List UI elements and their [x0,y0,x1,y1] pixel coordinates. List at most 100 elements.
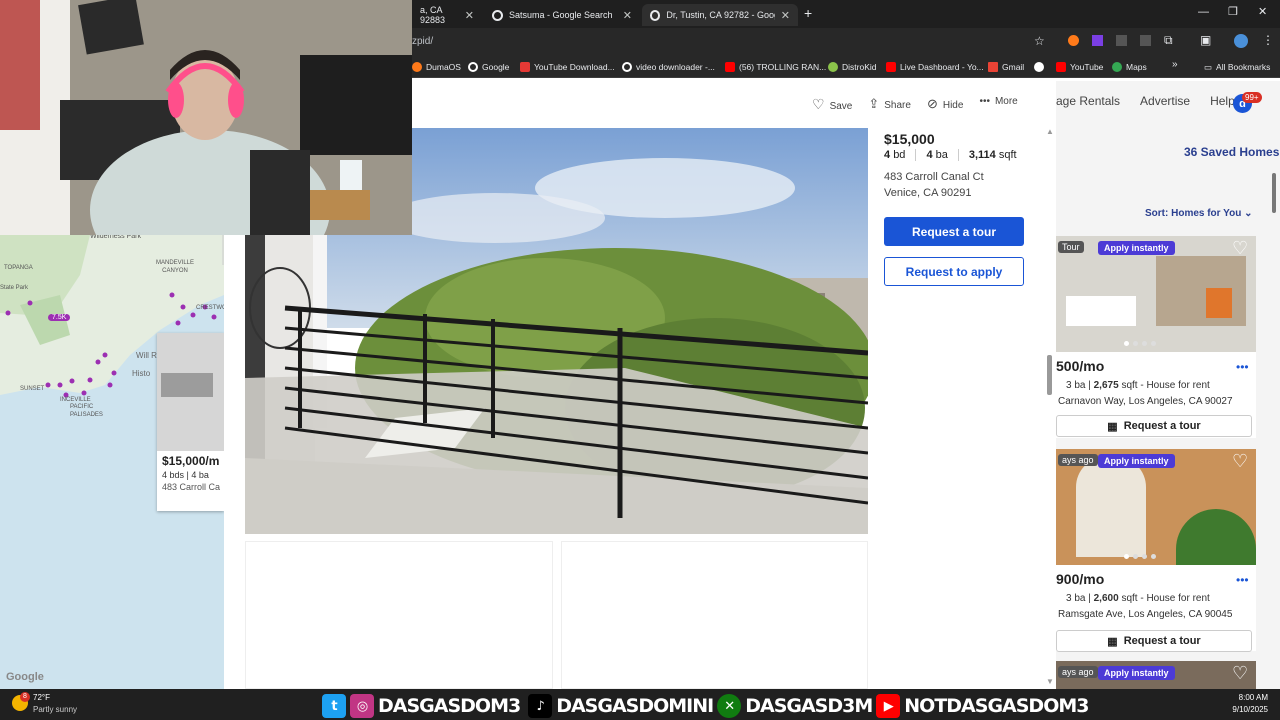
chevron-double-right-icon[interactable]: » [1172,59,1178,70]
sort-dropdown[interactable]: Sort: Homes for You ⌄ [1145,208,1252,219]
request-tour-button[interactable]: Request a tour [884,217,1024,246]
more-icon[interactable]: ••• [1236,573,1249,587]
sqft-unit: sqft [998,149,1017,161]
bookmark-live-dashboard[interactable]: Live Dashboard - Yo... [886,59,984,75]
globe-icon [1034,62,1044,72]
extension-icon[interactable] [1116,35,1127,46]
close-icon[interactable]: ✕ [465,9,474,22]
save-button[interactable]: ♡ Save [812,96,852,113]
results-scrollbar[interactable] [1272,173,1276,213]
bookmark-youtube[interactable]: YouTube [1056,59,1103,75]
map-cluster-marker[interactable]: 7.5K [48,314,71,321]
result-card-2[interactable]: ays ago Apply instantly ♡ 900/mo ••• 3 b… [1056,449,1256,652]
listing-photo-thumb-1[interactable] [245,541,553,689]
bookmark-label: YouTube Download... [534,62,615,72]
map-card-photo [157,333,224,451]
more-icon[interactable]: ••• [1236,360,1249,374]
chevron-down-icon: ⌄ [1244,208,1253,219]
minimize-icon[interactable]: — [1198,6,1209,18]
bookmark-globe[interactable] [1034,59,1048,75]
bookmark-google[interactable]: Google [468,59,509,75]
close-window-icon[interactable]: ✕ [1258,5,1267,18]
clock-date[interactable]: 9/10/2025 [1224,705,1268,714]
result-sqft: 2,675 [1093,380,1119,391]
result-card-1[interactable]: Tour Apply instantly ♡ 500/mo ••• 3 ba |… [1056,236,1256,438]
tab-3[interactable]: Dr, Tustin, CA 92782 - Google S ✕ [642,4,798,26]
url-field[interactable]: zpid/ [412,34,433,50]
profile-avatar[interactable] [1234,34,1248,48]
close-icon[interactable]: ✕ [623,9,632,22]
tab-1[interactable]: a, CA 92883 ✕ [412,4,482,26]
modal-scrollbar[interactable] [1047,355,1052,395]
apply-instantly-badge: Apply instantly [1098,666,1175,680]
close-icon[interactable]: ✕ [781,9,790,22]
map-listing-card[interactable]: $15,000/m 4 bds | 4 ba 483 Carroll Ca [157,333,224,511]
listing-sqft: 3,114 sqft [957,149,1017,161]
bookmark-youtube-download[interactable]: YouTube Download... [520,59,615,75]
baths-value: 4 [926,149,933,161]
scroll-up-icon[interactable]: ▲ [1046,127,1054,136]
all-bookmarks[interactable]: ▭ All Bookmarks [1204,59,1270,75]
share-button[interactable]: ⇪ Share [868,96,911,113]
sidepanel-icon[interactable]: ▣ [1200,33,1211,47]
apply-instantly-badge: Apply instantly [1098,241,1175,255]
heart-icon[interactable]: ♡ [1232,238,1248,259]
map-card-beds: 4 bds [162,470,185,480]
tab-title: Dr, Tustin, CA 92782 - Google S [666,10,774,20]
youtube-icon [725,62,735,72]
maps-icon [1112,62,1122,72]
extensions-puzzle-icon[interactable]: ⧉ [1164,33,1173,48]
map-card-address: 483 Carroll Ca [162,482,221,492]
kebab-menu-icon[interactable]: ⋮ [1262,33,1274,47]
bookmark-label: DumaOS [426,62,461,72]
tiktok-icon: ♪ [528,694,553,718]
bookmark-video-downloader[interactable]: video downloader -... [622,59,715,75]
extension-icon[interactable] [1068,35,1079,46]
maximize-icon[interactable]: ❐ [1228,5,1238,18]
request-tour-button[interactable]: ▦ Request a tour [1056,630,1252,652]
result-button-label: Request a tour [1123,420,1201,432]
request-tour-button[interactable]: ▦ Request a tour [1056,415,1252,437]
result-address: Ramsgate Ave, Los Angeles, CA 90045 [1058,609,1233,620]
youtube-icon: ▶ [876,694,901,718]
heart-icon[interactable]: ♡ [1232,663,1248,684]
more-label: More [994,96,1018,107]
star-icon[interactable]: ☆ [1034,34,1045,48]
clock-time[interactable]: 8:00 AM [1230,693,1268,702]
bookmark-label: All Bookmarks [1216,62,1271,72]
google-icon [492,9,503,21]
weather-temp: 72°F [33,693,50,702]
map-label-state-park: State Park [0,285,29,291]
listing-address-line2: Venice, CA 90291 [884,187,972,199]
twitter-handle: DASGASDOM3 [378,695,521,717]
webcam-feed [0,0,412,235]
more-button[interactable]: ••• More [979,96,1017,113]
tab-2[interactable]: Satsuma - Google Search ✕ [484,4,640,26]
bookmark-maps[interactable]: Maps [1112,59,1147,75]
new-tab-icon[interactable]: + [804,5,812,21]
heart-icon[interactable]: ♡ [1232,451,1248,472]
site-nav: age Rentals Advertise Help [1056,94,1235,108]
result-type: sqft - House for rent [1121,380,1210,391]
bookmark-gmail[interactable]: Gmail [988,59,1024,75]
extension-icon[interactable] [1092,35,1103,46]
bookmark-dumaos[interactable]: DumaOS [412,59,461,75]
share-icon: ⇪ [868,96,880,111]
bookmark-trolling[interactable]: (56) TROLLING RAN... [725,59,826,75]
extension-icon[interactable] [1140,35,1151,46]
listing-price: $15,000 [884,131,935,147]
listing-photo-thumb-2[interactable] [561,541,868,689]
map-label-sunset: SUNSET [20,386,45,392]
bookmark-label: Live Dashboard - Yo... [900,62,984,72]
nav-advertise[interactable]: Advertise [1140,94,1190,108]
map-label-inceville: INCEVILLE [60,397,91,403]
nav-rentals[interactable]: age Rentals [1056,94,1120,108]
nav-help[interactable]: Help [1210,94,1235,108]
bookmark-distrokid[interactable]: DistroKid [828,59,876,75]
map[interactable]: Wilderness Park MANDEVILLE CANYON TOPANG… [0,233,231,689]
scroll-down-icon[interactable]: ▼ [1046,677,1054,686]
result-card-3[interactable]: ays ago Apply instantly ♡ [1056,661,1256,689]
hide-button[interactable]: ⊘ Hide [927,96,963,113]
saved-homes-link[interactable]: 36 Saved Homes [1184,145,1279,159]
request-apply-button[interactable]: Request to apply [884,257,1024,286]
